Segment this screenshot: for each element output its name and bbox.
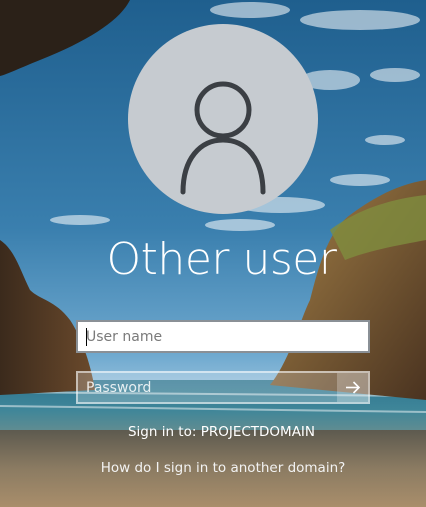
text-cursor: [86, 328, 87, 346]
user-display-name: Other user: [106, 234, 337, 285]
password-input[interactable]: [78, 373, 340, 402]
username-input[interactable]: [78, 322, 368, 351]
password-field[interactable]: [76, 371, 370, 404]
person-outline-icon: [180, 81, 266, 195]
user-avatar: [128, 24, 318, 214]
other-domain-help-link[interactable]: How do I sign in to another domain?: [0, 460, 426, 476]
username-field[interactable]: [76, 320, 370, 353]
submit-button[interactable]: [337, 373, 368, 402]
sign-in-domain-label: Sign in to: PROJECTDOMAIN: [127, 424, 316, 440]
arrow-right-icon: [346, 381, 361, 394]
